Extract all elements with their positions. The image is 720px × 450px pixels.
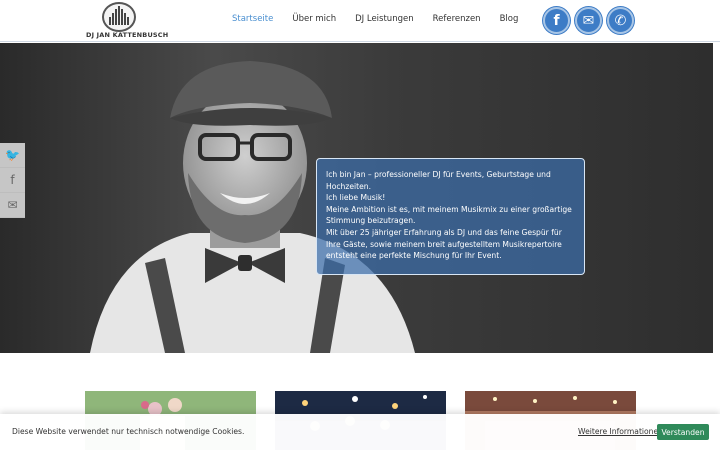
share-sidebar: 🐦 f ✉: [0, 143, 25, 218]
intro-line: Ich liebe Musik!: [326, 193, 386, 203]
hero-section: 🐦 f ✉ Ich bin Jan – professioneller DJ f…: [0, 43, 713, 353]
facebook-icon[interactable]: f: [0, 168, 25, 193]
mail-icon[interactable]: ✉: [0, 193, 25, 218]
twitter-icon[interactable]: 🐦: [0, 143, 25, 168]
intro-line: Mit über 25 jähriger Erfahrung als DJ un…: [326, 227, 562, 261]
intro-text-box: Ich bin Jan – professioneller DJ für Eve…: [316, 158, 585, 275]
social-links: f ✉ ✆: [543, 7, 634, 34]
phone-icon[interactable]: ✆: [607, 7, 634, 34]
site-header: DJ JAN KATTENBUSCH Startseite Über mich …: [0, 0, 720, 42]
facebook-icon[interactable]: f: [543, 7, 570, 34]
intro-line: Ich bin Jan – professioneller DJ für Eve…: [326, 170, 551, 191]
main-nav: Startseite Über mich DJ Leistungen Refer…: [232, 14, 518, 24]
nav-item-dj-leistungen[interactable]: DJ Leistungen: [355, 14, 413, 24]
nav-item-startseite[interactable]: Startseite: [232, 14, 273, 24]
cookie-text: Diese Website verwendet nur technisch no…: [12, 427, 245, 436]
nav-item-ueber-mich[interactable]: Über mich: [292, 14, 336, 24]
logo-mark: [102, 2, 136, 32]
mail-icon[interactable]: ✉: [575, 7, 602, 34]
logo-text: DJ JAN KATTENBUSCH: [86, 31, 169, 39]
nav-item-referenzen[interactable]: Referenzen: [433, 14, 481, 24]
cookie-accept-button[interactable]: Verstanden: [657, 424, 709, 440]
site-logo[interactable]: DJ JAN KATTENBUSCH: [86, 0, 169, 42]
cookie-more-info-link[interactable]: Weitere Informationen: [578, 427, 663, 436]
intro-line: Meine Ambition ist es, mit meinem Musikm…: [326, 204, 572, 226]
nav-item-blog[interactable]: Blog: [500, 14, 519, 24]
page: DJ JAN KATTENBUSCH Startseite Über mich …: [0, 0, 720, 450]
cookie-banner: Diese Website verwendet nur technisch no…: [0, 414, 720, 450]
